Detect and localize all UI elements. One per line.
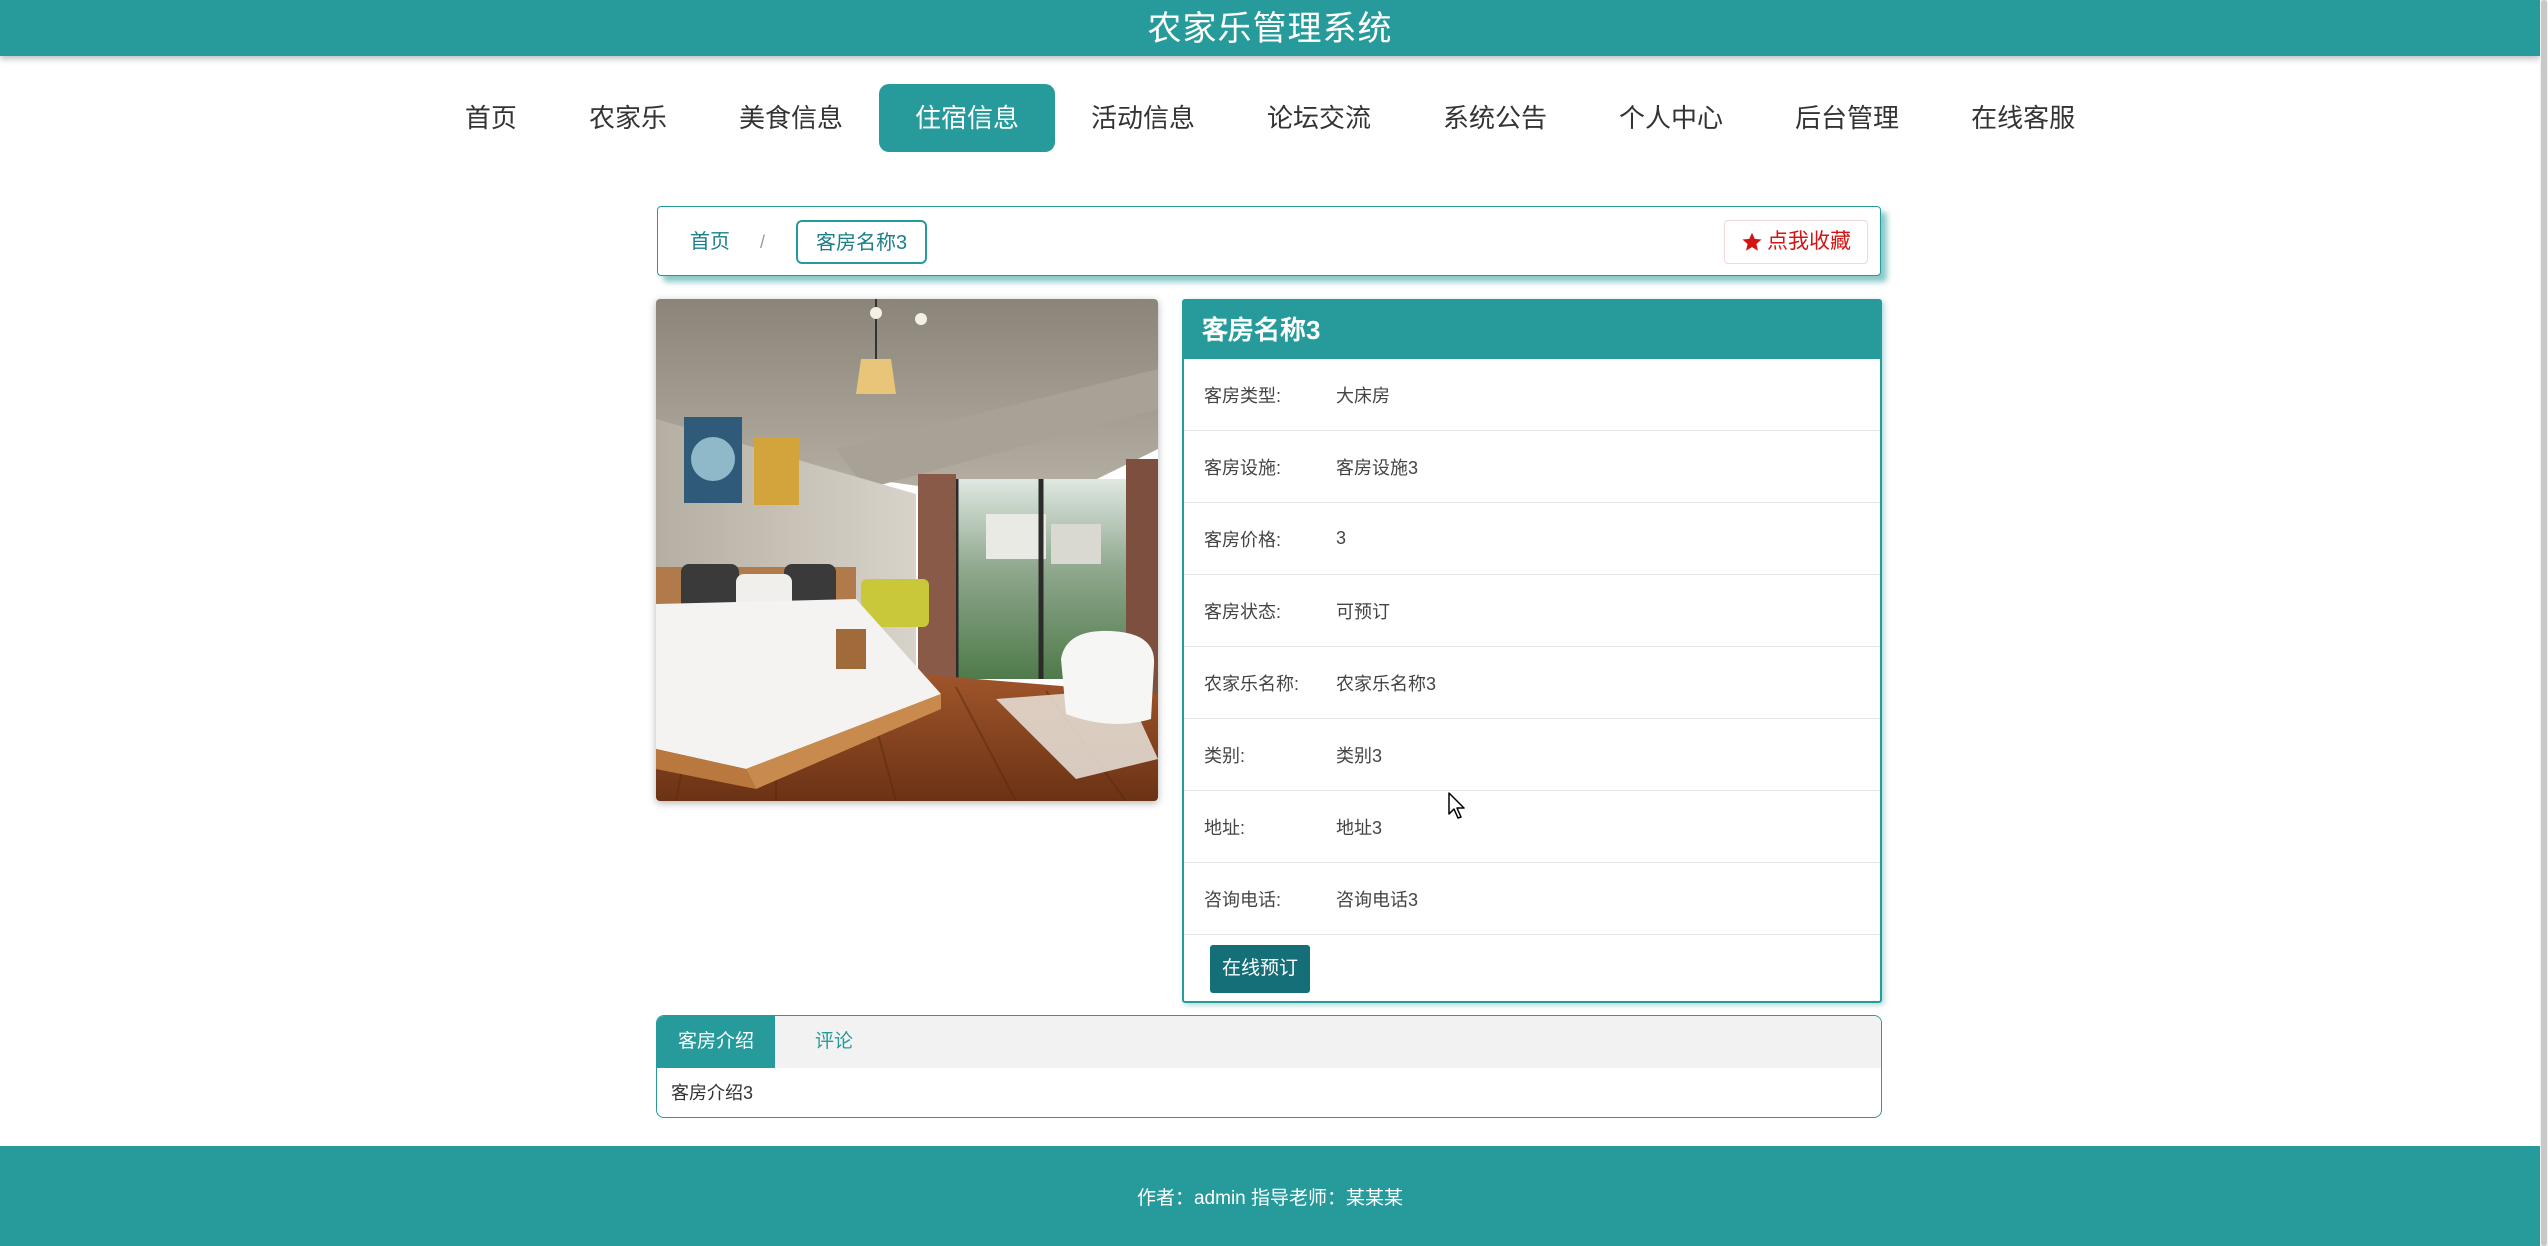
nav-item-home[interactable]: 首页	[429, 84, 553, 152]
nav-item-admin[interactable]: 后台管理	[1759, 84, 1935, 152]
detail-label: 类别:	[1204, 745, 1246, 766]
detail-label: 咨询电话:	[1204, 889, 1282, 910]
detail-row-status: 客房状态: 可预订	[1184, 575, 1880, 647]
tabs-bar: 客房介绍 评论	[657, 1016, 1881, 1068]
mouse-pointer-icon	[1448, 792, 1465, 819]
nav-item-announcements[interactable]: 系统公告	[1407, 84, 1583, 152]
site-title: 农家乐管理系统	[1147, 9, 1393, 48]
nav-item-online-service[interactable]: 在线客服	[1935, 84, 2111, 152]
scroll-thumb[interactable]	[2541, 0, 2547, 1246]
detail-value: 类别3	[1336, 745, 1383, 766]
detail-value: 客房设施3	[1336, 457, 1419, 478]
footer: 作者：admin 指导老师：某某某	[0, 1146, 2540, 1246]
breadcrumb-current: 客房名称3	[796, 220, 928, 264]
detail-value: 可预订	[1336, 601, 1390, 622]
star-icon	[1742, 232, 1762, 251]
room-photo-illustration	[656, 299, 1158, 801]
detail-row-facilities: 客房设施: 客房设施3	[1184, 431, 1880, 503]
favorite-button[interactable]: 点我收藏	[1724, 220, 1868, 264]
detail-label: 地址:	[1204, 817, 1246, 838]
book-online-button[interactable]: 在线预订	[1210, 945, 1311, 993]
tab-comments[interactable]: 评论	[775, 1016, 893, 1068]
nav-item-food[interactable]: 美食信息	[703, 84, 879, 152]
main-nav: 首页 农家乐 美食信息 住宿信息 活动信息 论坛交流 系统公告 个人中心 后台管…	[0, 84, 2540, 152]
detail-value: 大床房	[1336, 385, 1390, 406]
favorite-label: 点我收藏	[1767, 230, 1851, 253]
detail-label: 客房设施:	[1204, 457, 1282, 478]
tab-content: 客房介绍3	[671, 1083, 754, 1103]
nav-item-farmstay[interactable]: 农家乐	[553, 84, 703, 152]
detail-label: 农家乐名称:	[1204, 673, 1300, 694]
book-area: 在线预订	[1184, 935, 1880, 1003]
breadcrumb-home-link[interactable]: 首页	[690, 207, 730, 277]
breadcrumb: 首页 / 客房名称3 点我收藏	[657, 206, 1881, 276]
vertical-scrollbar[interactable]	[2540, 0, 2548, 1246]
nav-item-forum[interactable]: 论坛交流	[1231, 84, 1407, 152]
detail-label: 客房状态:	[1204, 601, 1282, 622]
nav-item-activities[interactable]: 活动信息	[1055, 84, 1231, 152]
detail-value: 咨询电话3	[1336, 889, 1419, 910]
detail-row-phone: 咨询电话: 咨询电话3	[1184, 863, 1880, 935]
detail-row-farmstay-name: 农家乐名称: 农家乐名称3	[1184, 647, 1880, 719]
page: 农家乐管理系统 首页 农家乐 美食信息 住宿信息 活动信息 论坛交流 系统公告 …	[0, 0, 2548, 1246]
tab-room-intro[interactable]: 客房介绍	[657, 1016, 775, 1068]
detail-row-category: 类别: 类别3	[1184, 719, 1880, 791]
detail-label: 客房类型:	[1204, 385, 1282, 406]
nav-item-personal-center[interactable]: 个人中心	[1583, 84, 1759, 152]
detail-row-address: 地址: 地址3	[1184, 791, 1880, 863]
detail-row-price: 客房价格: 3	[1184, 503, 1880, 575]
detail-row-room-type: 客房类型: 大床房	[1184, 359, 1880, 431]
detail-value: 农家乐名称3	[1336, 673, 1437, 694]
room-title: 客房名称3	[1184, 301, 1880, 359]
top-header-bar: 农家乐管理系统	[0, 0, 2540, 56]
breadcrumb-separator: /	[760, 232, 766, 252]
detail-value: 3	[1336, 528, 1347, 548]
footer-text: 作者：admin 指导老师：某某某	[1136, 1187, 1404, 1209]
tabs-panel: 客房介绍 评论 客房介绍3	[656, 1015, 1882, 1118]
detail-value: 地址3	[1336, 817, 1383, 838]
detail-label: 客房价格:	[1204, 529, 1282, 550]
nav-item-lodging[interactable]: 住宿信息	[878, 84, 1055, 152]
room-detail-panel: 客房名称3 客房类型: 大床房 客房设施: 客房设施3 客房价格: 3 客房状态…	[1182, 299, 1882, 1003]
room-photo	[656, 299, 1158, 801]
